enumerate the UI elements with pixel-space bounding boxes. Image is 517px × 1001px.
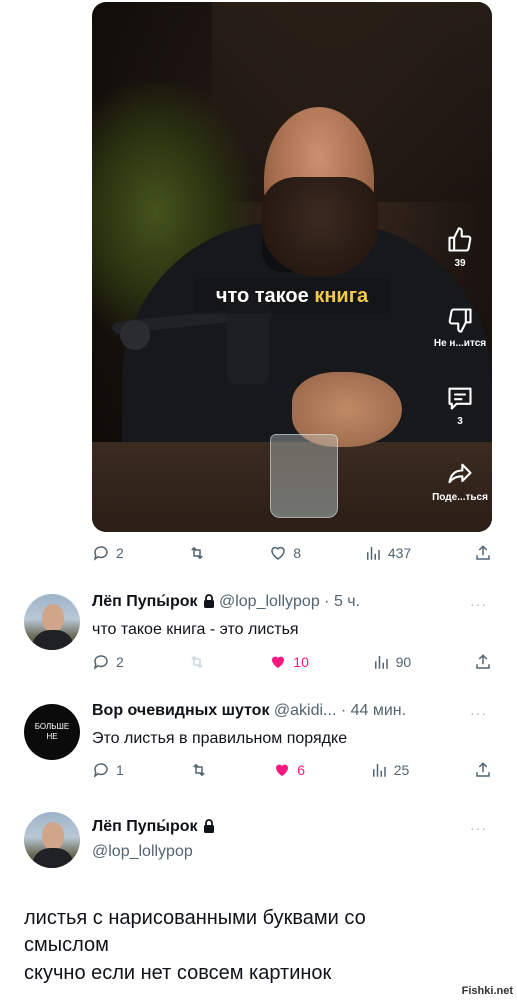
avatar-face xyxy=(42,604,64,632)
views-button[interactable]: 437 xyxy=(364,544,411,562)
more-options-icon[interactable]: ··· xyxy=(470,596,487,612)
repost-button[interactable] xyxy=(187,653,207,671)
water-glass xyxy=(270,434,338,518)
like-button[interactable]: 6 xyxy=(273,761,305,779)
reply-count: 1 xyxy=(116,762,124,778)
heart-filled-icon xyxy=(272,656,285,668)
caption-highlight: книга xyxy=(314,285,369,307)
views-icon xyxy=(366,547,380,560)
repost-icon xyxy=(192,764,205,776)
like-count: 6 xyxy=(297,762,305,778)
thumbs-up-icon xyxy=(448,227,472,252)
author-handle[interactable]: @akidi... xyxy=(274,702,336,719)
repost-button[interactable] xyxy=(187,544,207,562)
reply-icon xyxy=(93,763,108,778)
share-icon xyxy=(448,463,472,484)
views-button[interactable]: 90 xyxy=(372,653,412,671)
share-button[interactable] xyxy=(474,761,492,779)
views-count: 437 xyxy=(387,545,412,561)
author-handle[interactable]: @lop_lollypop xyxy=(219,593,320,610)
comment-count: 3 xyxy=(457,416,463,427)
speaker-beard xyxy=(262,177,378,277)
share-upload-icon xyxy=(476,545,490,560)
reply-text: что такое книга - это листья xyxy=(92,621,299,638)
post-action-bar: 2 8 437 xyxy=(92,541,492,565)
reply-button[interactable]: 2 xyxy=(92,653,124,671)
reply-header: Лёп Пупы́рок @lop_lollypop · 5 ч. xyxy=(92,593,360,611)
tweet-text-line: листья с нарисованными буквами со xyxy=(24,907,366,929)
share-button[interactable] xyxy=(474,653,492,671)
reply-button[interactable]: 2 xyxy=(92,544,124,562)
like-video-button[interactable]: 39 xyxy=(428,226,492,269)
dislike-label: Не н...ится xyxy=(433,338,487,349)
thumbs-down-icon xyxy=(448,308,472,333)
avatar-shirt xyxy=(32,630,74,650)
video-caption: что такое книга xyxy=(195,278,389,314)
author-name[interactable]: Лёп Пупы́рок xyxy=(92,818,198,835)
avatar[interactable] xyxy=(24,594,80,650)
like-button[interactable]: 8 xyxy=(269,544,301,562)
share-upload-icon xyxy=(476,762,490,777)
watermark: Fishki.net xyxy=(461,985,513,997)
views-count: 90 xyxy=(395,654,412,670)
post-time[interactable]: · 5 ч. xyxy=(324,593,360,610)
reply-header: Вор очевидных шуток @akidi... · 44 мин. xyxy=(92,702,406,720)
views-icon xyxy=(374,656,388,669)
dislike-video-button[interactable]: Не н...ится xyxy=(428,306,492,349)
like-count: 10 xyxy=(293,654,309,670)
heart-icon xyxy=(271,546,286,560)
reply-count: 2 xyxy=(116,654,124,670)
tweet-text-line: скучно если нет совсем картинок xyxy=(24,962,332,984)
avatar[interactable]: БОЛЬШЕ НЕ xyxy=(24,704,80,760)
like-button[interactable]: 10 xyxy=(269,653,309,671)
repost-icon xyxy=(190,656,203,668)
lock-icon xyxy=(203,819,214,833)
views-count: 25 xyxy=(393,762,410,778)
heart-filled-icon xyxy=(276,764,289,776)
author-handle[interactable]: @lop_lollypop xyxy=(92,843,193,861)
share-button[interactable] xyxy=(474,544,492,562)
reply-text: Это листья в правильном порядке xyxy=(92,730,348,747)
reply-icon xyxy=(93,655,108,670)
tweet-text-line: смыслом xyxy=(24,934,109,956)
mic-mount xyxy=(120,320,150,350)
views-button[interactable]: 25 xyxy=(370,761,410,779)
author-name[interactable]: Вор очевидных шуток xyxy=(92,702,269,719)
post-time[interactable]: · 44 мин. xyxy=(341,702,406,719)
author-name[interactable]: Лёп Пупы́рок xyxy=(92,593,198,610)
repost-icon xyxy=(190,547,203,559)
comment-video-button[interactable]: 3 xyxy=(428,384,492,427)
avatar-text: БОЛЬШЕ НЕ xyxy=(34,722,70,741)
reply-action-bar: 1 6 25 xyxy=(92,758,492,782)
video-player[interactable]: что такое книга 39 Не н...ится 3 Поде...… xyxy=(92,2,492,532)
avatar-shirt xyxy=(32,848,74,868)
avatar[interactable] xyxy=(24,812,80,868)
reply-button[interactable]: 1 xyxy=(92,761,124,779)
profile-header: Лёп Пупы́рок xyxy=(92,818,215,836)
comment-icon xyxy=(448,387,472,410)
share-label: Поде...ться xyxy=(432,492,488,503)
more-options-icon[interactable]: ··· xyxy=(470,820,487,836)
reply-icon xyxy=(93,546,108,561)
reply-count: 2 xyxy=(116,545,124,561)
avatar-face xyxy=(42,822,64,850)
share-video-button[interactable]: Поде...ться xyxy=(428,460,492,503)
reply-action-bar: 2 10 90 xyxy=(92,650,492,674)
like-count: 8 xyxy=(293,545,302,561)
views-icon xyxy=(372,764,386,777)
repost-button[interactable] xyxy=(189,761,209,779)
more-options-icon[interactable]: ··· xyxy=(470,705,487,721)
share-upload-icon xyxy=(476,654,490,669)
like-count: 39 xyxy=(454,258,466,269)
lock-icon xyxy=(203,594,214,608)
